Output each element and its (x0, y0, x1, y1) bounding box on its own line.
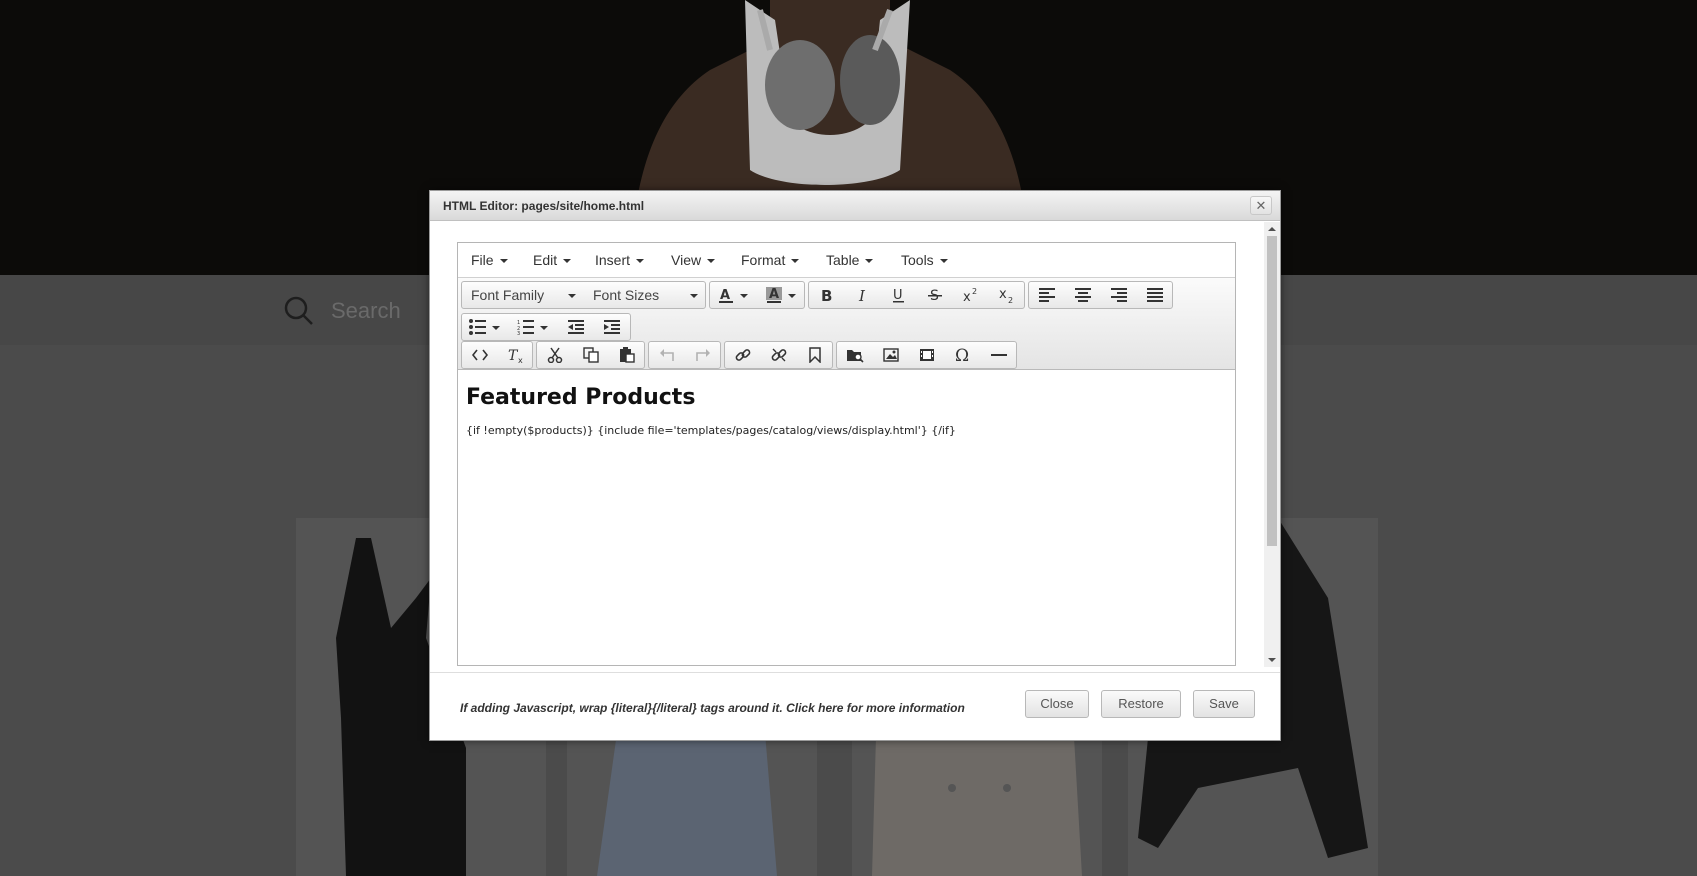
history-group (648, 341, 721, 369)
align-group (1028, 281, 1173, 309)
svg-text:2: 2 (1008, 296, 1013, 303)
insert-group: Ω (836, 341, 1017, 369)
text-color-icon[interactable]: A (710, 282, 758, 308)
editor-menubar: File Edit Insert View Format Table Tools (458, 243, 1235, 278)
editor-content-area[interactable]: Featured Products {if !empty($products)}… (458, 370, 1235, 665)
font-sizes-label: Font Sizes (593, 287, 660, 303)
svg-text:Ω: Ω (955, 346, 969, 364)
editor-toolbar: Font Family Font Sizes A A B I U S x2 x2 (458, 278, 1235, 370)
menu-format[interactable]: Format (741, 252, 800, 268)
dialog-titlebar[interactable]: HTML Editor: pages/site/home.html ✕ (430, 191, 1280, 221)
save-button[interactable]: Save (1193, 690, 1255, 718)
media-icon[interactable] (909, 342, 945, 368)
javascript-help-link[interactable]: If adding Javascript, wrap {literal}{/li… (460, 701, 965, 715)
font-family-label: Font Family (471, 287, 545, 303)
close-icon[interactable]: ✕ (1250, 196, 1272, 215)
font-family-select[interactable]: Font Family (462, 282, 584, 308)
copy-icon[interactable] (573, 342, 609, 368)
unlink-icon[interactable] (761, 342, 797, 368)
dialog-footer: If adding Javascript, wrap {literal}{/li… (430, 672, 1280, 740)
font-sizes-select[interactable]: Font Sizes (584, 282, 706, 308)
file-browser-icon[interactable] (837, 342, 873, 368)
superscript-icon[interactable]: x2 (953, 282, 989, 308)
close-button[interactable]: Close (1025, 690, 1089, 718)
underline-icon[interactable]: U (881, 282, 917, 308)
clear-formatting-icon[interactable]: Tx (498, 342, 534, 368)
clipboard-group (536, 341, 645, 369)
svg-text:2: 2 (972, 287, 977, 296)
code-group: Tx (461, 341, 533, 369)
menu-format-label: Format (741, 252, 786, 268)
subscript-icon[interactable]: x2 (989, 282, 1025, 308)
cut-icon[interactable] (537, 342, 573, 368)
svg-text:B: B (821, 287, 832, 303)
align-right-icon[interactable] (1101, 282, 1137, 308)
bullet-list-icon[interactable] (462, 314, 510, 340)
scroll-thumb[interactable] (1267, 236, 1277, 546)
content-heading[interactable]: Featured Products (466, 385, 695, 410)
menu-edit-label: Edit (533, 252, 558, 268)
scroll-up-arrow-icon[interactable] (1268, 227, 1276, 231)
dialog-scrollbar[interactable] (1264, 222, 1280, 667)
align-center-icon[interactable] (1065, 282, 1101, 308)
search-input[interactable]: Search (331, 298, 401, 324)
content-template-code[interactable]: {if !empty($products)} {include file='te… (466, 424, 956, 437)
menu-view-label: View (671, 252, 702, 268)
image-icon[interactable] (873, 342, 909, 368)
font-group: Font Family Font Sizes (461, 281, 706, 309)
rich-text-editor: File Edit Insert View Format Table Tools… (457, 242, 1236, 666)
svg-text:3: 3 (517, 331, 520, 335)
align-justify-icon[interactable] (1137, 282, 1173, 308)
align-left-icon[interactable] (1029, 282, 1065, 308)
undo-icon[interactable] (649, 342, 685, 368)
horizontal-rule-icon[interactable] (981, 342, 1017, 368)
format-group: B I U S x2 x2 (808, 281, 1025, 309)
background-color-icon[interactable]: A (758, 282, 806, 308)
strikethrough-icon[interactable]: S (917, 282, 953, 308)
svg-text:x: x (999, 287, 1007, 302)
paste-icon[interactable] (609, 342, 645, 368)
html-editor-dialog: HTML Editor: pages/site/home.html ✕ File… (429, 190, 1281, 741)
dialog-title: HTML Editor: pages/site/home.html (443, 199, 645, 213)
link-group (724, 341, 833, 369)
menu-edit[interactable]: Edit (533, 252, 572, 268)
italic-icon[interactable]: I (845, 282, 881, 308)
menu-insert-label: Insert (595, 252, 631, 268)
numbered-list-icon[interactable]: 123 (510, 314, 558, 340)
menu-table-label: Table (826, 252, 860, 268)
menu-view[interactable]: View (671, 252, 716, 268)
svg-text:x: x (963, 290, 971, 303)
menu-table[interactable]: Table (826, 252, 874, 268)
menu-insert[interactable]: Insert (595, 252, 645, 268)
color-group: A A (709, 281, 805, 309)
menu-file-label: File (471, 252, 494, 268)
menu-file[interactable]: File (471, 252, 508, 268)
link-icon[interactable] (725, 342, 761, 368)
redo-icon[interactable] (685, 342, 721, 368)
search-icon[interactable] (284, 296, 314, 326)
outdent-icon[interactable] (558, 314, 594, 340)
restore-button[interactable]: Restore (1101, 690, 1181, 718)
source-code-icon[interactable] (462, 342, 498, 368)
scroll-down-arrow-icon[interactable] (1268, 658, 1276, 662)
menu-tools[interactable]: Tools (901, 252, 948, 268)
special-character-icon[interactable]: Ω (945, 342, 981, 368)
svg-text:I: I (858, 287, 866, 303)
svg-text:U: U (893, 288, 903, 303)
list-group: 123 (461, 313, 631, 341)
bold-icon[interactable]: B (809, 282, 845, 308)
menu-tools-label: Tools (901, 252, 934, 268)
bookmark-icon[interactable] (797, 342, 833, 368)
indent-icon[interactable] (594, 314, 630, 340)
svg-text:x: x (518, 356, 523, 363)
svg-text:A: A (769, 287, 779, 302)
svg-text:A: A (720, 288, 730, 303)
